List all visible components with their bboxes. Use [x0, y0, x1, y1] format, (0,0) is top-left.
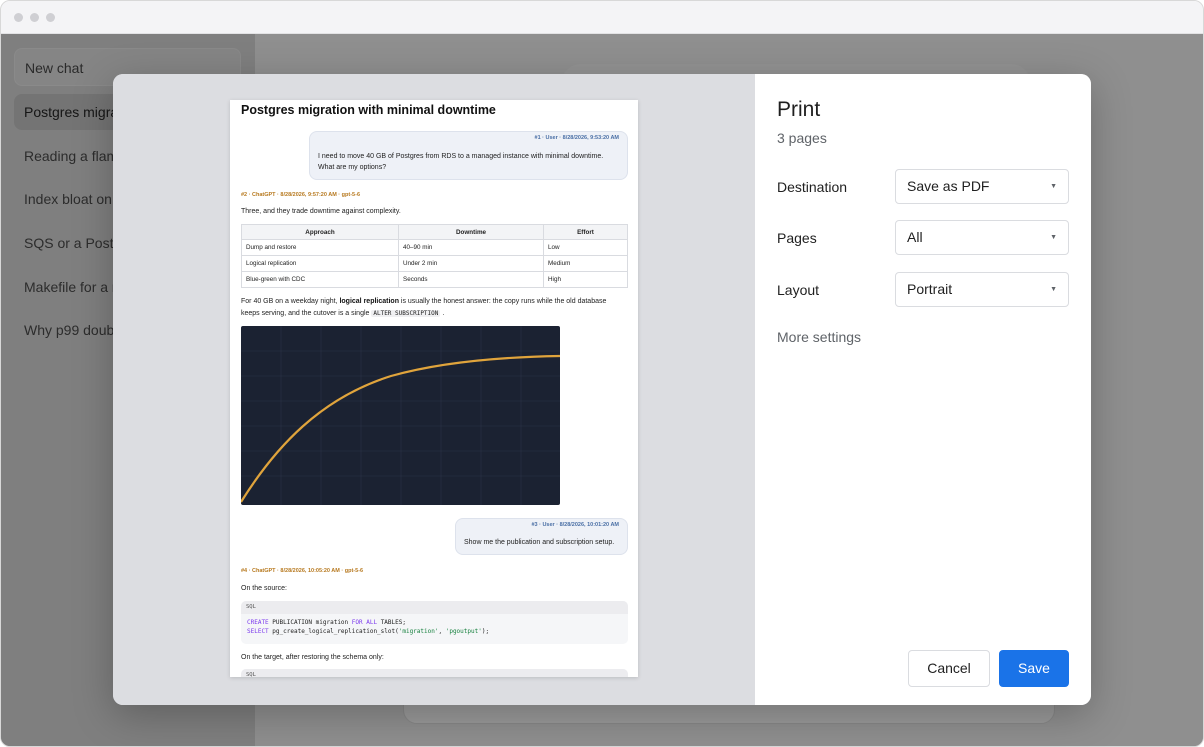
code-line: SELECT pg_create_logical_replication_slo…	[241, 628, 628, 637]
layout-select[interactable]: Portrait ▼	[895, 272, 1069, 307]
table-cell: Seconds	[398, 271, 544, 288]
table-cell: Low	[543, 239, 628, 256]
table-header: Effort	[543, 224, 628, 240]
code-text: pg_create_logical_replication_slot(	[268, 627, 399, 635]
message-text: I need to move 40 GB of Postgres from RD…	[318, 151, 623, 173]
message-text: Show me the publication and subscription…	[464, 539, 615, 546]
chevron-down-icon: ▼	[1050, 286, 1057, 293]
destination-label: Destination	[777, 179, 848, 195]
code-text: );	[481, 627, 490, 635]
layout-label: Layout	[777, 282, 820, 298]
message-meta: #3 · User · 8/28/2026, 10:01:20 AM	[531, 522, 619, 528]
pages-select[interactable]: All ▼	[895, 220, 1069, 255]
table-cell: Under 2 min	[398, 255, 544, 272]
replication-chart-image	[241, 326, 560, 505]
layout-value: Portrait	[907, 281, 953, 297]
message-line: What are my options?	[318, 164, 387, 171]
table-header: Downtime	[398, 224, 544, 240]
code-text: PUBLICATION migration	[268, 619, 352, 626]
table-cell: High	[543, 271, 628, 288]
print-preview-area: Postgres migration with minimal downtime…	[113, 74, 755, 705]
table-cell: Dump and restore	[241, 239, 399, 256]
table-cell: Logical replication	[241, 255, 399, 272]
chart-grid	[241, 326, 560, 505]
code-keyword: SELECT	[247, 627, 269, 635]
chart-curve	[241, 354, 560, 503]
paragraph-line: For 40 GB on a weekday night, logical re…	[241, 296, 631, 308]
dialog-title: Print	[777, 98, 821, 121]
minimize-window-dot[interactable]	[30, 13, 39, 22]
text-span: keeps serving, and the cutover is a sing…	[241, 309, 372, 317]
title-bar	[1, 1, 1203, 34]
assistant-text: On the target, after restoring the schem…	[241, 654, 384, 661]
chart-graphic	[241, 326, 560, 505]
text-span: is usually the honest answer: the copy r…	[398, 298, 607, 305]
code-block-target: SQL	[241, 669, 628, 677]
table-cell: Medium	[543, 255, 628, 272]
close-window-dot[interactable]	[14, 13, 23, 22]
code-keyword: CREATE	[247, 619, 269, 626]
table-row: Dump and restore 40–90 min Low	[241, 239, 628, 256]
paragraph-line: keeps serving, and the cutover is a sing…	[241, 308, 631, 320]
assistant-meta: #2 · ChatGPT · 8/28/2026, 9:57:20 AM · g…	[241, 192, 360, 198]
code-text: ,	[438, 627, 446, 635]
chevron-down-icon: ▼	[1050, 183, 1057, 190]
table-row: Blue-green with CDC Seconds High	[241, 271, 628, 288]
text-span: For 40 GB on a weekday night,	[241, 298, 340, 305]
chevron-down-icon: ▼	[1050, 234, 1057, 241]
preview-page: Postgres migration with minimal downtime…	[230, 100, 638, 677]
cancel-button[interactable]: Cancel	[908, 650, 990, 687]
save-button[interactable]: Save	[999, 650, 1069, 687]
message-line: I need to move 40 GB of Postgres from RD…	[318, 153, 604, 160]
comparison-table: Approach Downtime Effort Dump and restor…	[241, 224, 628, 288]
more-settings-toggle[interactable]: More settings	[777, 329, 861, 345]
pages-label: Pages	[777, 230, 817, 246]
code-line: CREATE PUBLICATION migration FOR ALL TAB…	[241, 619, 628, 628]
table-header-row: Approach Downtime Effort	[241, 224, 628, 240]
bold-text: logical replication	[339, 298, 399, 305]
code-string: 'migration'	[398, 627, 439, 635]
code-keyword: FOR ALL	[351, 619, 378, 626]
print-dialog: Postgres migration with minimal downtime…	[113, 74, 1091, 705]
user-message-3: #3 · User · 8/28/2026, 10:01:20 AM Show …	[455, 518, 628, 555]
assistant-text: Three, and they trade downtime against c…	[241, 208, 401, 215]
maximize-window-dot[interactable]	[46, 13, 55, 22]
destination-value: Save as PDF	[907, 178, 990, 194]
message-meta: #1 · User · 8/28/2026, 9:53:20 AM	[534, 135, 619, 141]
assistant-meta: #4 · ChatGPT · 8/28/2026, 10:05:20 AM · …	[241, 568, 364, 574]
print-settings-panel: Print 3 pages Destination Save as PDF ▼ …	[755, 74, 1091, 705]
user-message-1: #1 · User · 8/28/2026, 9:53:20 AM I need…	[309, 131, 628, 180]
code-language-label: SQL	[241, 669, 628, 677]
code-string: 'pgoutput'	[445, 627, 482, 635]
code-block-source: SQL CREATE PUBLICATION migration FOR ALL…	[241, 601, 628, 644]
code-language-label: SQL	[241, 601, 628, 614]
inline-code: ALTER SUBSCRIPTION	[371, 309, 441, 317]
assistant-paragraph: For 40 GB on a weekday night, logical re…	[241, 296, 631, 319]
table-cell: 40–90 min	[398, 239, 544, 256]
pages-value: All	[907, 229, 923, 245]
table-row: Logical replication Under 2 min Medium	[241, 255, 628, 272]
destination-select[interactable]: Save as PDF ▼	[895, 169, 1069, 204]
text-span: .	[440, 309, 445, 317]
table-cell: Blue-green with CDC	[241, 271, 399, 288]
code-text: TABLES;	[377, 619, 406, 626]
assistant-text: On the source:	[241, 585, 287, 592]
page-title: Postgres migration with minimal downtime	[241, 103, 496, 117]
page-count: 3 pages	[777, 130, 827, 146]
table-header: Approach	[241, 224, 399, 240]
